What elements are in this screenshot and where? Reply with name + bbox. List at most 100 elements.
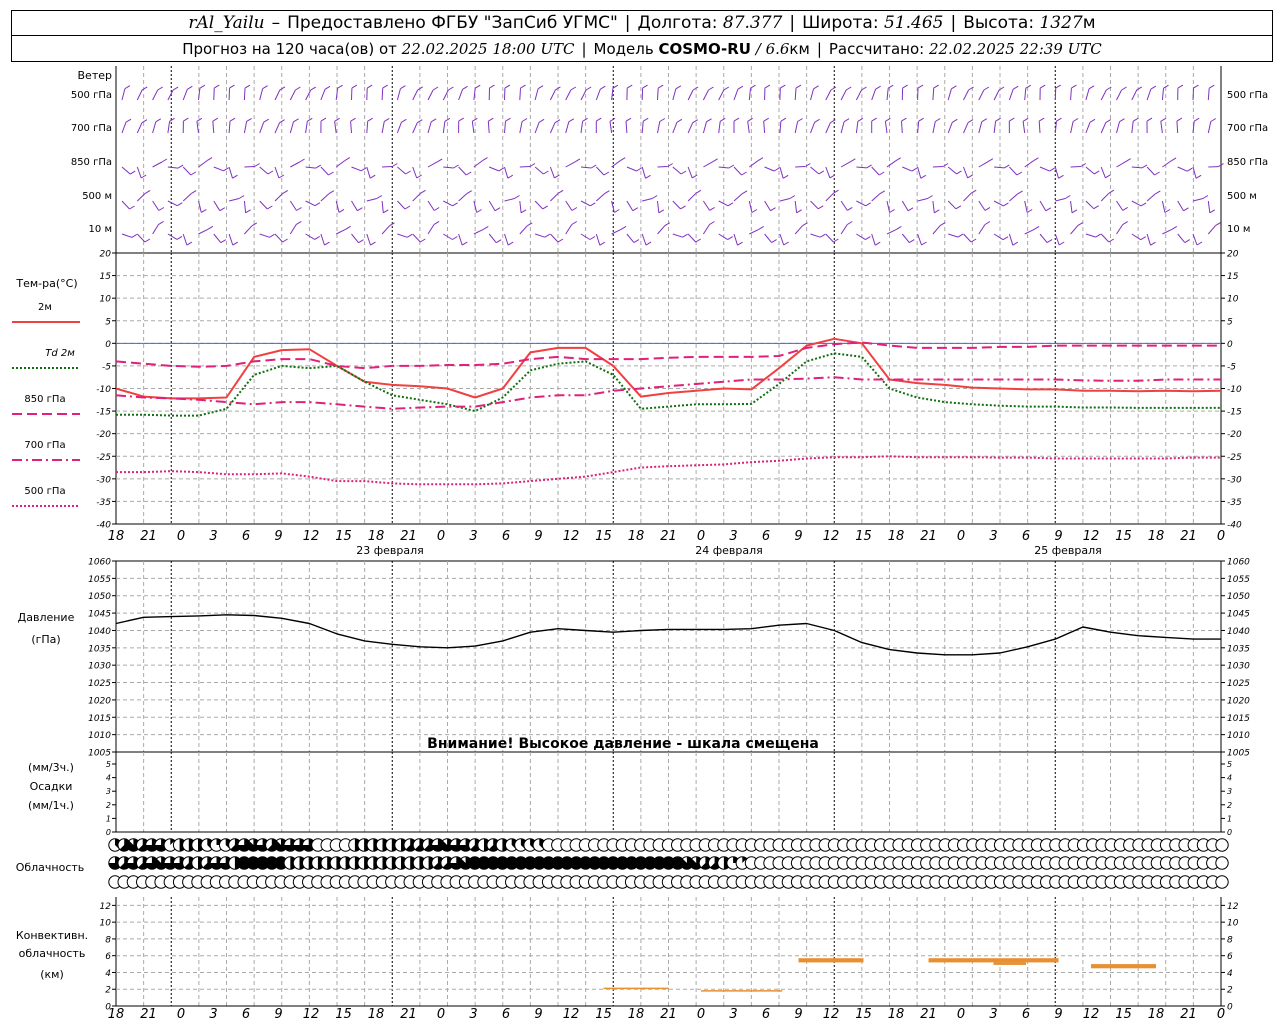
wind-barb-flag — [764, 84, 771, 89]
wind-barb — [703, 161, 713, 168]
wind-barb-flag — [520, 84, 526, 89]
wind-barb — [1162, 160, 1172, 168]
convective-x-tick-label: 9 — [274, 1007, 282, 1022]
wind-barb-flag — [245, 209, 251, 214]
wind-barb-flag — [190, 171, 197, 176]
wind-barb-flag — [780, 117, 787, 122]
wind-barb — [871, 166, 880, 176]
wind-barb — [1177, 166, 1188, 172]
wind-barb-flag — [476, 209, 482, 213]
wind-barb — [550, 233, 559, 243]
convective-tick-label-right: 4 — [1227, 969, 1233, 979]
wind-barb — [810, 122, 816, 134]
wind-barb — [1038, 121, 1041, 134]
wind-barb-flag — [324, 241, 330, 246]
wind-barb-flag — [1002, 236, 1009, 241]
wind-barb-flag — [269, 233, 275, 238]
wind-barb-flag — [538, 118, 545, 123]
wind-barb — [396, 88, 401, 101]
wind-barb-flag — [293, 118, 299, 123]
wind-barb-flag — [350, 117, 356, 122]
wind-barb-flag — [642, 117, 649, 122]
temperature-x-tick-label: 21 — [140, 529, 157, 544]
wind-barb — [519, 166, 531, 168]
wind-barb-flag — [223, 167, 229, 172]
wind-barb-flag — [879, 190, 886, 195]
wind-barb-flag — [207, 225, 214, 230]
wind-barb — [779, 233, 785, 246]
convective-tick-label-left: 4 — [105, 969, 111, 979]
temperature-x-tick-label: 3 — [989, 529, 997, 544]
wind-barb — [978, 200, 986, 211]
wind-barb — [489, 166, 499, 172]
wind-barb — [641, 166, 646, 179]
pressure-tick-label-left: 1045 — [88, 610, 111, 620]
convective-x-tick-label: 3 — [469, 1007, 477, 1022]
wind-barb — [1146, 88, 1152, 101]
wind-barb — [487, 121, 490, 134]
wind-barb — [595, 193, 605, 202]
wind-barb — [641, 233, 647, 246]
wind-barb — [121, 233, 132, 238]
wind-barb — [290, 161, 300, 168]
wind-barb-flag — [568, 118, 575, 123]
wind-barb-flag — [213, 84, 220, 89]
wind-barb — [672, 233, 683, 238]
convective-x-tick-label: 6 — [1022, 1007, 1030, 1022]
wind-barb — [351, 233, 359, 244]
wind-barb — [1039, 166, 1050, 172]
wind-barb — [504, 233, 509, 246]
wind-barb-flag — [927, 195, 933, 199]
pressure-tick-label-right: 1035 — [1227, 644, 1250, 654]
convective-cloud-bar — [1091, 964, 1156, 969]
wind-barb-flag — [554, 174, 560, 179]
wind-barb-flag — [219, 207, 226, 212]
temperature-x-tick-label: 6 — [242, 529, 250, 544]
wind-barb — [335, 160, 346, 168]
pressure-tick-label-left: 1020 — [88, 696, 111, 706]
wind-barb — [947, 166, 957, 175]
wind-barb — [1116, 121, 1120, 134]
wind-barb — [1009, 193, 1018, 202]
wind-barb — [381, 225, 390, 235]
wind-barb — [1085, 200, 1095, 210]
wind-barb-flag — [1065, 195, 1071, 199]
precip-tick-label-left: 5 — [106, 760, 111, 769]
wind-barb — [335, 88, 339, 101]
temperature-tick-label-left: 15 — [100, 272, 112, 282]
wind-barb — [810, 88, 815, 101]
wind-barb — [504, 166, 509, 179]
wind-barbs-group — [121, 84, 1224, 246]
wind-barb — [1024, 228, 1035, 235]
wind-barb — [1085, 122, 1091, 134]
wind-barb-flag — [482, 157, 488, 162]
wind-barb-flag — [675, 85, 682, 90]
wind-barb — [733, 89, 739, 101]
convective-x-tick-label: 6 — [502, 1007, 510, 1022]
wind-barb-flag — [416, 174, 422, 179]
wind-barb — [871, 89, 877, 101]
wind-barb — [886, 228, 897, 235]
pressure-tick-label-left: 1030 — [88, 662, 111, 672]
temperature-tick-label-left: -30 — [96, 475, 111, 485]
wind-level-label-right: 850 гПа — [1227, 157, 1268, 168]
pressure-tick-label-left: 1050 — [88, 592, 111, 602]
wind-barb-flag — [604, 190, 610, 195]
wind-barb — [1070, 200, 1073, 213]
wind-barb — [198, 160, 208, 168]
wind-barb-flag — [320, 117, 327, 122]
wind-barb — [733, 166, 742, 176]
wind-barb-flag — [645, 241, 652, 246]
wind-barb — [1022, 121, 1026, 134]
wind-barb-flag — [507, 241, 514, 246]
wind-barb — [427, 224, 435, 235]
wind-barb-flag — [956, 170, 962, 175]
wind-barb — [213, 233, 222, 244]
temperature-tick-label-right: -15 — [1227, 408, 1242, 418]
wind-barb-flag — [727, 202, 734, 207]
wind-barb — [504, 121, 506, 134]
wind-barb — [1024, 200, 1028, 213]
temperature-x-tick-label: 12 — [823, 529, 840, 544]
wind-barb-flag — [1202, 195, 1209, 199]
wind-barb — [825, 192, 834, 202]
